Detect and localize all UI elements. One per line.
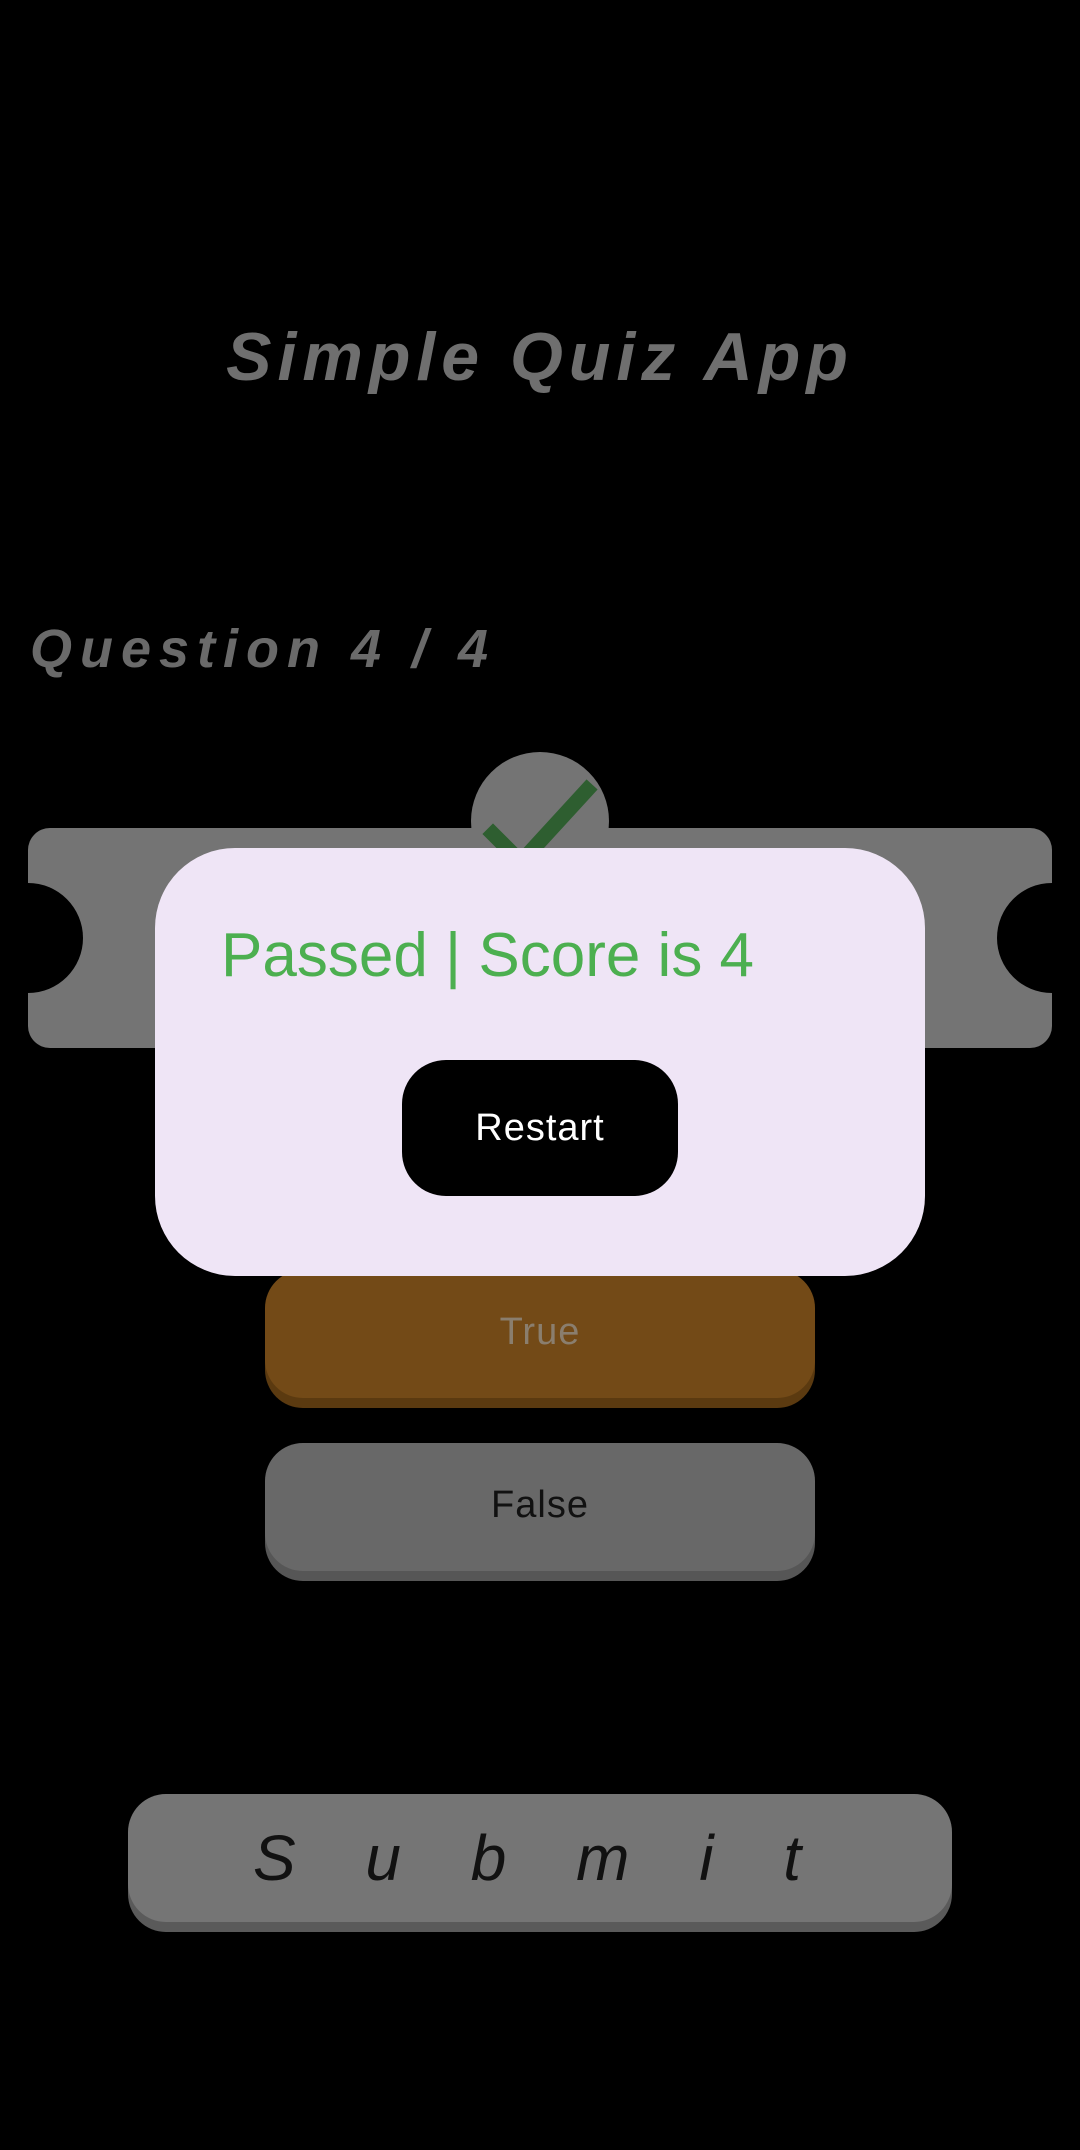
restart-button[interactable]: Restart — [402, 1060, 678, 1196]
app-title: Simple Quiz App — [226, 319, 854, 395]
result-dialog: Passed | Score is 4 Restart — [155, 848, 925, 1276]
question-counter: Question 4 / 4 — [30, 619, 497, 679]
submit-button[interactable]: S u b m i t — [128, 1794, 952, 1922]
quiz-screen: Simple Quiz App Question 4 / 4 True Fals… — [0, 0, 1080, 2150]
answer-false-button[interactable]: False — [265, 1443, 815, 1571]
answer-true-button[interactable]: True — [265, 1270, 815, 1398]
card-notch-left — [28, 883, 83, 993]
card-notch-right — [997, 883, 1052, 993]
result-message: Passed | Score is 4 — [221, 921, 755, 990]
